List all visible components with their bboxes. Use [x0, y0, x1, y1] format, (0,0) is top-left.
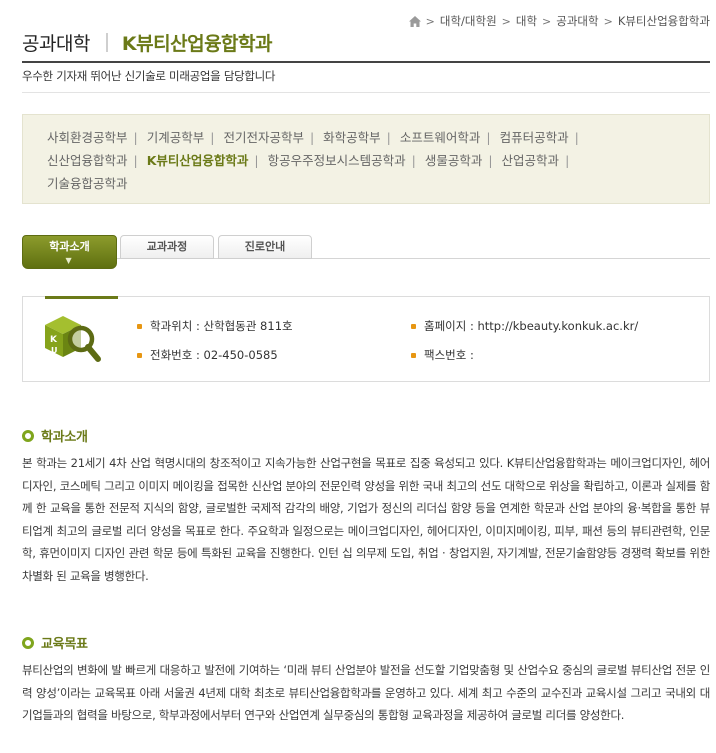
- svg-text:K: K: [50, 335, 58, 345]
- info-location: 학과위치 : 산학협동관 811호: [137, 318, 293, 334]
- page-title: K뷰티산업융합학과: [121, 33, 273, 55]
- info-fax: 팩스번호 :: [411, 347, 474, 363]
- section-ring-icon: [22, 636, 34, 649]
- breadcrumb-separator: >: [425, 14, 435, 28]
- tab-intro-label: 학과소개: [49, 240, 90, 253]
- dept-link-civil[interactable]: 사회환경공학부 |: [47, 130, 143, 145]
- section-title-goal: 교육목표: [22, 633, 88, 652]
- info-phone-text: 전화번호 : 02-450-0585: [150, 348, 278, 362]
- section-title-goal-text: 교육목표: [41, 637, 88, 652]
- breadcrumb-item-current[interactable]: K뷰티산업융합학과: [618, 13, 710, 29]
- breadcrumb-separator: >: [603, 14, 613, 28]
- college-title: 공과대학: [22, 33, 90, 55]
- dept-link-chemical[interactable]: 화학공학부 |: [323, 130, 396, 145]
- dept-link-electrical[interactable]: 전기전자공학부 |: [223, 130, 319, 145]
- breadcrumb-item-engineering[interactable]: 공과대학: [556, 13, 598, 29]
- info-location-text: 학과위치 : 산학협동관 811호: [150, 319, 293, 333]
- tab-intro[interactable]: 학과소개 ▼: [22, 235, 117, 269]
- department-info-box: K U 학과위치 : 산학협동관 811호 홈페이지 : http://kbea…: [22, 296, 710, 382]
- department-nav: 사회환경공학부 | 기계공학부 | 전기전자공학부 | 화학공학부 | 소프트웨어학과 |…: [22, 114, 710, 204]
- dept-link-industrial[interactable]: 산업공학과 |: [502, 153, 575, 168]
- intro-paragraph: 본 학과는 21세기 4차 산업 혁명시대의 창조적이고 지속가능한 산업구현을…: [22, 456, 710, 583]
- dept-link-mechanical[interactable]: 기계공학부 |: [147, 130, 220, 145]
- bullet-icon: [137, 323, 142, 329]
- breadcrumb-item-grad[interactable]: 대학/대학원: [440, 13, 497, 29]
- breadcrumb-separator: >: [501, 14, 511, 28]
- info-homepage-link[interactable]: 홈페이지 : http://kbeauty.konkuk.ac.kr/: [424, 318, 638, 334]
- dept-link-new-industry[interactable]: 신산업융합학과 |: [47, 153, 143, 168]
- section-title-intro: 학과소개: [22, 426, 88, 445]
- header-divider: [105, 33, 108, 52]
- info-box-accent: [45, 296, 118, 299]
- bullet-icon: [137, 352, 142, 358]
- dept-link-software[interactable]: 소프트웨어학과 |: [400, 130, 496, 145]
- breadcrumb: > 대학/대학원 > 대학 > 공과대학 > K뷰티산업융합학과: [408, 13, 710, 29]
- info-phone: 전화번호 : 02-450-0585: [137, 347, 278, 363]
- header-rule: [22, 61, 710, 63]
- tab-career-label: 진로안내: [244, 240, 286, 253]
- tab-curriculum-label: 교과과정: [146, 240, 188, 253]
- section-title-intro-text: 학과소개: [41, 430, 88, 445]
- info-fax-text: 팩스번호 :: [424, 348, 474, 362]
- dept-link-computer[interactable]: 컴퓨터공학과 |: [500, 130, 584, 145]
- dept-link-biological[interactable]: 생물공학과 |: [425, 153, 498, 168]
- page-slogan: 우수한 기자재 뛰어난 신기술로 미래공업을 담당합니다: [22, 69, 276, 83]
- page-header: 공과대학 K뷰티산업융합학과: [22, 29, 273, 56]
- department-list: 사회환경공학부 | 기계공학부 | 전기전자공학부 | 화학공학부 | 소프트웨어학과 |…: [47, 126, 695, 195]
- tab-career[interactable]: 진로안내: [218, 235, 312, 259]
- svg-text:U: U: [51, 346, 58, 355]
- dept-link-kbeauty[interactable]: K뷰티산업융합학과 |: [147, 153, 264, 168]
- divider: [22, 92, 710, 93]
- content-tabs: 학과소개 ▼ 교과과정 진로안내: [22, 235, 710, 270]
- section-ring-icon: [22, 429, 34, 442]
- bullet-icon: [411, 323, 416, 329]
- chevron-down-icon: ▼: [65, 256, 72, 265]
- dept-link-aerospace[interactable]: 항공우주정보시스템공학과 |: [268, 153, 421, 168]
- goal-paragraph: 뷰티산업의 변화에 발 빠르게 대응하고 발전에 기여하는 ‘미래 뷰티 산업분…: [22, 663, 710, 723]
- home-icon[interactable]: [408, 15, 421, 27]
- department-logo-magnifier-icon: K U: [45, 316, 101, 362]
- breadcrumb-separator: >: [542, 14, 552, 28]
- breadcrumb-item-college[interactable]: 대학: [516, 13, 537, 29]
- info-homepage: 홈페이지 : http://kbeauty.konkuk.ac.kr/: [411, 318, 638, 334]
- tab-curriculum[interactable]: 교과과정: [120, 235, 214, 259]
- dept-link-technology-fusion[interactable]: 기술융합공학과: [47, 176, 128, 191]
- bullet-icon: [411, 352, 416, 358]
